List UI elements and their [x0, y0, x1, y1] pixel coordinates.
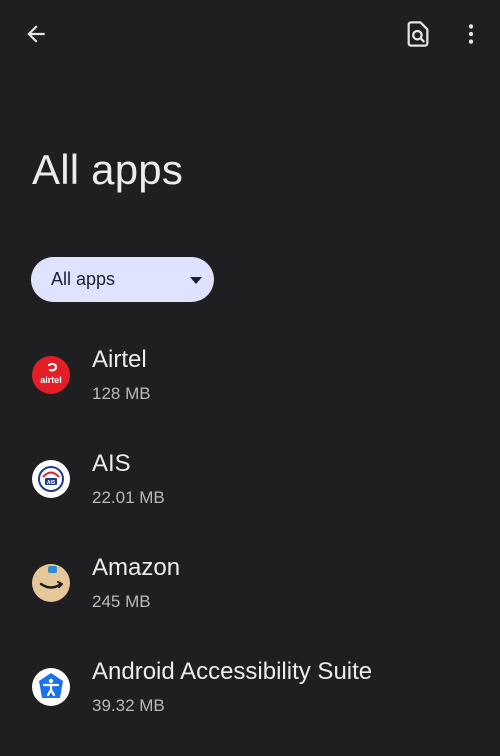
app-list: airtel Airtel 128 MB AIS AIS 22.01 MB Am… [0, 334, 500, 750]
airtel-icon: airtel [32, 356, 70, 394]
filter-selected-label: All apps [51, 269, 116, 289]
accessibility-icon [32, 668, 70, 706]
airtel-logo-text: airtel [40, 375, 62, 385]
more-vert-icon [468, 24, 474, 44]
app-item-amazon[interactable]: Amazon 245 MB [0, 542, 500, 646]
page-title: All apps [32, 146, 184, 193]
app-name: Android Accessibility Suite [92, 658, 373, 685]
app-item-ais[interactable]: AIS AIS 22.01 MB [0, 438, 500, 542]
app-name: AIS [92, 450, 131, 477]
search-in-page-icon [407, 21, 429, 47]
app-name: Airtel [92, 346, 147, 373]
app-size: 39.32 MB [92, 696, 165, 715]
top-app-bar [0, 0, 500, 68]
ais-icon: AIS [32, 460, 70, 498]
dropdown-arrow-icon [190, 277, 202, 284]
app-size: 22.01 MB [92, 488, 165, 507]
ais-logo-text: AIS [47, 480, 56, 486]
amazon-icon [32, 564, 70, 602]
app-item-airtel[interactable]: airtel Airtel 128 MB [0, 334, 500, 438]
app-name: Amazon [92, 554, 181, 581]
search-button[interactable] [396, 12, 440, 56]
app-size: 245 MB [92, 592, 151, 611]
filter-dropdown[interactable]: All apps [31, 257, 214, 302]
arrow-back-icon [27, 25, 45, 43]
back-button[interactable] [14, 12, 58, 56]
more-options-button[interactable] [449, 12, 493, 56]
app-size: 128 MB [92, 384, 151, 403]
app-item-android-accessibility-suite[interactable]: Android Accessibility Suite 39.32 MB [0, 646, 500, 750]
